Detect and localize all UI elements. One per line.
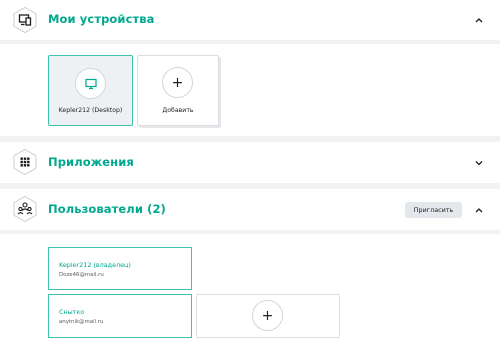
users-icon [11,195,39,223]
desktop-icon [84,78,97,89]
chevron-up-icon[interactable] [474,15,484,25]
device-label: Kepler212 (Desktop) [58,107,123,114]
user-card-member[interactable]: Снытко anytnik@mail.ru [48,294,192,338]
add-device-label: Добавить [162,107,194,114]
plus-icon: + [171,74,184,91]
users-section-title: Пользователи (2) [48,202,166,216]
add-circle: + [252,300,283,331]
devices-section-header[interactable]: Мои устройства [0,0,500,40]
add-circle: + [162,67,193,98]
invite-button[interactable]: Пригласить [405,202,462,218]
add-device-button[interactable]: + Добавить [137,55,219,126]
user-email: anytnik@mail.ru [59,319,104,325]
apps-section-title: Приложения [48,155,134,169]
user-email: Doze46@mail.ru [59,272,104,278]
apps-section-header[interactable]: Приложения [0,142,500,183]
user-name: Kepler212 (владелец) [59,261,131,269]
plus-icon: + [261,307,274,324]
chevron-down-icon[interactable] [474,158,484,168]
devices-icon [11,6,39,34]
device-card-kepler212[interactable]: Kepler212 (Desktop) [48,55,133,126]
apps-grid-icon [11,148,39,176]
user-name: Снытко [59,308,85,316]
user-card-owner[interactable]: Kepler212 (владелец) Doze46@mail.ru [48,247,192,290]
devices-section-title: Мои устройства [48,12,155,26]
chevron-up-icon[interactable] [474,205,484,215]
add-user-button[interactable]: + [196,294,340,338]
device-icon-circle [75,68,106,99]
